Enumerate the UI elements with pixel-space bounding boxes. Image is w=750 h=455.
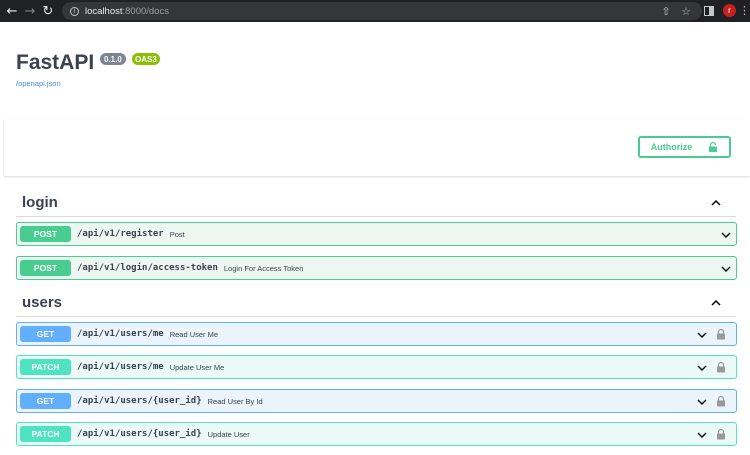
method-badge: PATCH (20, 359, 71, 375)
operation-summary: Login For Access Token (223, 263, 304, 273)
forward-arrow-icon[interactable]: → (21, 0, 39, 22)
chevron-up-icon[interactable] (710, 297, 722, 309)
chevron-down-icon[interactable] (696, 362, 708, 374)
operation-patch-users-me[interactable]: PATCH /api/v1/users/me Update User Me (16, 355, 737, 379)
unlock-icon (709, 142, 718, 152)
reload-icon[interactable]: ↻ (39, 0, 57, 22)
menu-kebab-icon[interactable]: ⋮ (739, 4, 750, 17)
operation-path: /api/v1/users/{user_id} (77, 396, 202, 406)
address-bar[interactable]: i localhost:8000/docs (62, 2, 702, 20)
operation-path: /api/v1/users/me (77, 362, 164, 372)
api-title: FastAPI (16, 51, 95, 74)
chevron-up-icon[interactable] (710, 197, 722, 209)
operation-post-access-token[interactable]: POST /api/v1/login/access-token Login Fo… (16, 256, 737, 280)
operation-summary: Update User (207, 429, 250, 439)
chevron-down-icon[interactable] (720, 263, 732, 275)
lock-icon[interactable] (715, 428, 727, 440)
version-badge: 0.1.0 (100, 53, 126, 65)
authorize-button[interactable]: Authorize (638, 136, 731, 158)
browser-toolbar: ← → ↻ i localhost:8000/docs ⇧ ☆ r ⋮ (0, 0, 750, 22)
url-host: localhost (85, 5, 123, 17)
tag-section-users[interactable]: users (16, 289, 736, 317)
operation-summary: Read User By Id (207, 396, 263, 406)
operation-path: /api/v1/users/me (77, 329, 164, 339)
oas-badge: OAS3 (132, 53, 160, 65)
operation-path: /api/v1/users/{user_id} (77, 429, 202, 439)
chevron-down-icon[interactable] (696, 329, 708, 341)
bookmark-star-icon[interactable]: ☆ (679, 4, 693, 18)
share-icon[interactable]: ⇧ (659, 4, 673, 18)
operation-get-user-by-id[interactable]: GET /api/v1/users/{user_id} Read User By… (16, 389, 737, 413)
tag-title: login (22, 194, 58, 211)
url-path: :8000/docs (122, 5, 169, 17)
tag-title: users (22, 294, 63, 311)
profile-avatar[interactable]: r (723, 4, 736, 17)
tag-section-login[interactable]: login (16, 189, 736, 217)
method-badge: GET (20, 326, 71, 342)
method-badge: POST (20, 226, 71, 242)
chevron-down-icon[interactable] (696, 396, 708, 408)
method-badge: PATCH (20, 426, 71, 442)
operation-get-users-me[interactable]: GET /api/v1/users/me Read User Me (16, 322, 737, 346)
openapi-json-link[interactable]: /openapi.json (16, 79, 61, 88)
operation-summary: Post (169, 229, 185, 239)
back-arrow-icon[interactable]: ← (3, 0, 21, 22)
lock-icon[interactable] (715, 328, 727, 340)
lock-icon[interactable] (715, 395, 727, 407)
operation-post-register[interactable]: POST /api/v1/register Post (16, 222, 737, 246)
lock-icon[interactable] (715, 361, 727, 373)
chevron-down-icon[interactable] (696, 429, 708, 441)
operation-summary: Update User Me (169, 362, 225, 372)
authorize-label: Authorize (650, 142, 693, 152)
side-panel-icon[interactable] (702, 4, 716, 18)
operation-path: /api/v1/login/access-token (77, 263, 218, 273)
method-badge: POST (20, 260, 71, 276)
site-info-icon[interactable]: i (70, 6, 79, 16)
method-badge: GET (20, 393, 71, 409)
operation-path: /api/v1/register (77, 229, 164, 239)
operation-patch-user[interactable]: PATCH /api/v1/users/{user_id} Update Use… (16, 422, 737, 446)
chevron-down-icon[interactable] (720, 229, 732, 241)
operation-summary: Read User Me (169, 329, 219, 339)
